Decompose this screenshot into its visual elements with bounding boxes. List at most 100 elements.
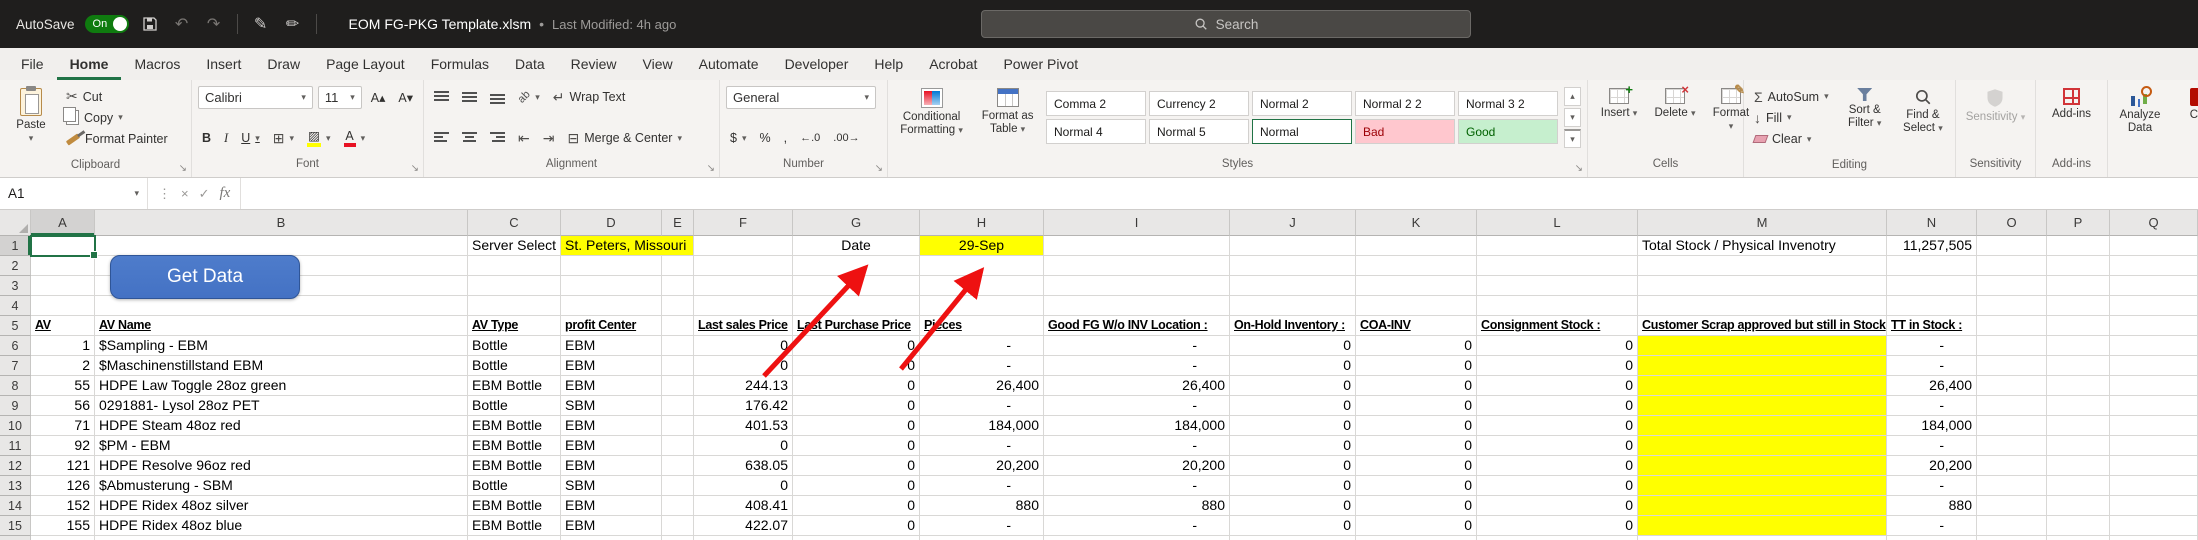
row-header-3[interactable]: 3	[0, 276, 31, 296]
row-header-4[interactable]: 4	[0, 296, 31, 316]
accounting-format-button[interactable]: $▾	[726, 127, 750, 149]
cell-B16[interactable]	[95, 536, 468, 540]
cell-E8[interactable]	[662, 376, 694, 396]
cell-G14[interactable]: 0	[793, 496, 920, 516]
cell-O1[interactable]	[1977, 236, 2047, 256]
cell-J8[interactable]: 0	[1230, 376, 1356, 396]
cell-E12[interactable]	[662, 456, 694, 476]
cell-C9[interactable]: Bottle	[468, 396, 561, 416]
cell-Q10[interactable]	[2110, 416, 2198, 436]
cell-M7[interactable]	[1638, 356, 1887, 376]
cell-I5[interactable]: Good FG W/o INV Location :	[1044, 316, 1230, 336]
cell-A11[interactable]: 92	[31, 436, 95, 456]
menu-tab[interactable]: Insert	[193, 48, 254, 80]
cell-A16[interactable]	[31, 536, 95, 540]
menu-tab[interactable]: Power Pivot	[990, 48, 1091, 80]
cell-M15[interactable]	[1638, 516, 1887, 536]
create-pdf-button[interactable]: Cre	[2174, 84, 2198, 151]
cell-B13[interactable]: $Abmusterung - SBM	[95, 476, 468, 496]
cell-I2[interactable]	[1044, 256, 1230, 276]
cell-H5[interactable]: Pieces	[920, 316, 1044, 336]
cell-N2[interactable]	[1887, 256, 1977, 276]
cell-M5[interactable]: Customer Scrap approved but still in Sto…	[1638, 316, 1887, 336]
col-header-G[interactable]: G	[793, 210, 920, 236]
cell-Q5[interactable]	[2110, 316, 2198, 336]
cell-D7[interactable]: EBM	[561, 356, 662, 376]
cell-N9[interactable]: -	[1887, 396, 1977, 416]
cell-O10[interactable]	[1977, 416, 2047, 436]
cell-Q6[interactable]	[2110, 336, 2198, 356]
cell-P13[interactable]	[2047, 476, 2110, 496]
cell-A6[interactable]: 1	[31, 336, 95, 356]
cell-A14[interactable]: 152	[31, 496, 95, 516]
cell-H3[interactable]	[920, 276, 1044, 296]
cell-J11[interactable]: 0	[1230, 436, 1356, 456]
cell-L7[interactable]: 0	[1477, 356, 1638, 376]
menu-tab[interactable]: Home	[57, 48, 122, 80]
cell-H2[interactable]	[920, 256, 1044, 276]
row-header-9[interactable]: 9	[0, 396, 31, 416]
cell-K1[interactable]	[1356, 236, 1477, 256]
cell-H4[interactable]	[920, 296, 1044, 316]
cell-E15[interactable]	[662, 516, 694, 536]
cell-Q2[interactable]	[2110, 256, 2198, 276]
decrease-font-button[interactable]: A▾	[394, 87, 417, 109]
menu-tab[interactable]: Formulas	[418, 48, 502, 80]
cell-B6[interactable]: $Sampling - EBM	[95, 336, 468, 356]
cell-D9[interactable]: SBM	[561, 396, 662, 416]
cell-G11[interactable]: 0	[793, 436, 920, 456]
sort-filter-button[interactable]: Sort & Filter ▾	[1839, 84, 1891, 152]
increase-indent-button[interactable]: ⇥	[539, 127, 559, 149]
cell-O14[interactable]	[1977, 496, 2047, 516]
cell-D1[interactable]: St. Peters, Missouri	[561, 236, 694, 256]
cell-K16[interactable]	[1356, 536, 1477, 540]
cell-L5[interactable]: Consignment Stock :	[1477, 316, 1638, 336]
col-header-H[interactable]: H	[920, 210, 1044, 236]
menu-tab[interactable]: Page Layout	[313, 48, 418, 80]
merge-center-button[interactable]: ⊟Merge & Center▾	[563, 127, 686, 149]
cell-F13[interactable]: 0	[694, 476, 793, 496]
cell-G13[interactable]: 0	[793, 476, 920, 496]
cell-K13[interactable]: 0	[1356, 476, 1477, 496]
cell-L10[interactable]: 0	[1477, 416, 1638, 436]
autosave-toggle[interactable]: On	[85, 15, 129, 33]
cell-M6[interactable]	[1638, 336, 1887, 356]
cell-F12[interactable]: 638.05	[694, 456, 793, 476]
cell-P8[interactable]	[2047, 376, 2110, 396]
cell-D8[interactable]: EBM	[561, 376, 662, 396]
cell-B4[interactable]	[95, 296, 468, 316]
cell-Q3[interactable]	[2110, 276, 2198, 296]
cell-H6[interactable]: -	[920, 336, 1044, 356]
cell-J6[interactable]: 0	[1230, 336, 1356, 356]
cell-D16[interactable]	[561, 536, 662, 540]
cell-H10[interactable]: 184,000	[920, 416, 1044, 436]
cell-N11[interactable]: -	[1887, 436, 1977, 456]
name-box-dropdown-icon[interactable]: ▾	[134, 188, 139, 199]
cell-M14[interactable]	[1638, 496, 1887, 516]
col-header-L[interactable]: L	[1477, 210, 1638, 236]
cell-L9[interactable]: 0	[1477, 396, 1638, 416]
row-header-14[interactable]: 14	[0, 496, 31, 516]
cell-N13[interactable]: -	[1887, 476, 1977, 496]
cell-M13[interactable]	[1638, 476, 1887, 496]
cell-C7[interactable]: Bottle	[468, 356, 561, 376]
cell-Q9[interactable]	[2110, 396, 2198, 416]
cell-D14[interactable]: EBM	[561, 496, 662, 516]
cell-G4[interactable]	[793, 296, 920, 316]
cell-D5[interactable]: profit Center	[561, 316, 662, 336]
cell-P9[interactable]	[2047, 396, 2110, 416]
col-header-F[interactable]: F	[694, 210, 793, 236]
cell-C12[interactable]: EBM Bottle	[468, 456, 561, 476]
cell-J7[interactable]: 0	[1230, 356, 1356, 376]
cell-style-option[interactable]: Normal 4	[1046, 119, 1146, 144]
cell-C5[interactable]: AV Type	[468, 316, 561, 336]
cell-D12[interactable]: EBM	[561, 456, 662, 476]
cell-G9[interactable]: 0	[793, 396, 920, 416]
cell-P4[interactable]	[2047, 296, 2110, 316]
cell-Q15[interactable]	[2110, 516, 2198, 536]
cell-I16[interactable]	[1044, 536, 1230, 540]
cell-H15[interactable]: -	[920, 516, 1044, 536]
cell-I6[interactable]: -	[1044, 336, 1230, 356]
cell-M12[interactable]	[1638, 456, 1887, 476]
cut-button[interactable]: ✂Cut	[62, 86, 172, 107]
